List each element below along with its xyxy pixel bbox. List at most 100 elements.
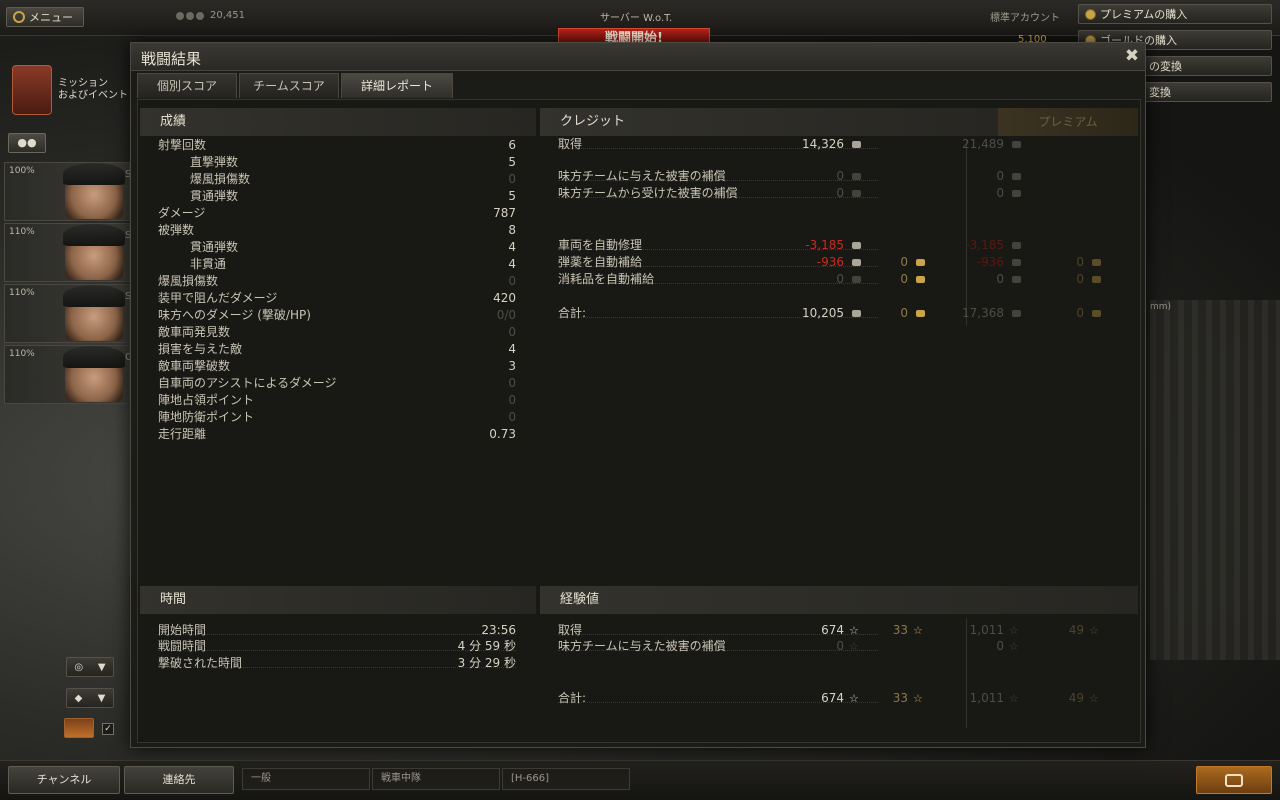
crew-button[interactable]: ●● [8, 133, 46, 153]
chat-button[interactable] [1196, 766, 1272, 794]
crew-member[interactable]: 110% S [4, 284, 131, 343]
stat-label: 非貫通 [190, 257, 227, 271]
credit-row: 取得 14,326 21,489 [558, 136, 1128, 153]
stat-row: 味方へのダメージ (撃破/HP) 0/0 [158, 307, 516, 324]
camouflage-button[interactable] [64, 718, 94, 738]
contacts-button[interactable]: 連絡先 [124, 766, 234, 794]
stat-value: 787 [493, 206, 516, 220]
stat-label: 装甲で阻んだダメージ [158, 291, 278, 305]
stat-value: 4 [508, 257, 516, 271]
stat-value: 0 [508, 274, 516, 288]
filter-dropdown[interactable]: ◆ ▼ [66, 688, 114, 708]
star-icon: ☆ [849, 692, 859, 705]
time-row: 開始時間 23:56 [158, 622, 516, 639]
star-icon: ☆ [913, 624, 923, 637]
credits-heading: クレジット [540, 108, 998, 136]
stat-value: 0 [508, 376, 516, 390]
star-icon: ☆ [849, 624, 859, 637]
credit-icon [1012, 173, 1021, 180]
gold-value: 0 [900, 306, 908, 320]
stat-label: ダメージ [158, 206, 206, 220]
chat-tab-clan[interactable]: [H-666] [502, 768, 630, 790]
credit-label: 合計: [558, 306, 587, 320]
stat-value: 0.73 [489, 427, 516, 441]
channel-button[interactable]: チャンネル [8, 766, 120, 794]
crew-member[interactable]: 110% S [4, 223, 131, 282]
gold-icon [916, 276, 925, 283]
xp-label: 味方チームに与えた被害の補償 [558, 639, 726, 653]
stat-label: 自車両のアシストによるダメージ [158, 376, 337, 390]
stat-label: 陣地防衛ポイント [158, 410, 255, 424]
stat-label: 貫通弾数 [190, 240, 239, 254]
stat-label: 陣地占領ポイント [158, 393, 255, 407]
xp-row: 取得 674 ☆ 33 ☆ 1,011 ☆ 49 ☆ [558, 622, 1128, 639]
crew-helmet [63, 346, 125, 368]
checkbox[interactable]: ✓ [102, 723, 114, 735]
star-icon: ☆ [849, 640, 859, 653]
credit-row: 車両を自動修理 -3,185 -3,185 [558, 237, 1128, 254]
globe-icon: ◎ [74, 661, 84, 673]
credit-value: 0 [836, 169, 844, 183]
time-label: 戦闘時間 [158, 639, 207, 653]
tab-detailed-report[interactable]: 詳細レポート [341, 73, 453, 98]
time-label: 開始時間 [158, 623, 207, 637]
stat-label: 貫通弾数 [190, 189, 239, 203]
xp-row: 合計: 674 ☆ 33 ☆ 1,011 ☆ 49 ☆ [558, 690, 1128, 707]
credit-row: 弾薬を自動補給 -936 0 -936 0 [558, 254, 1128, 271]
time-value: 3 分 29 秒 [457, 656, 516, 670]
stat-row: 貫通弾数 5 [158, 188, 516, 205]
mission-book-icon [12, 65, 52, 115]
chat-tab-general[interactable]: 一般 [242, 768, 370, 790]
star-icon: ☆ [1009, 692, 1019, 705]
stat-row: ダメージ 787 [158, 205, 516, 222]
stat-label: 射撃回数 [158, 138, 207, 152]
dialog-title-bar[interactable] [131, 43, 1145, 71]
stat-row: 爆風損傷数 0 [158, 171, 516, 188]
stat-label: 直撃弾数 [190, 155, 239, 169]
credit-row: 合計: 10,205 0 17,368 0 [558, 305, 1128, 322]
stat-label: 爆風損傷数 [158, 274, 219, 288]
credit-label: 消耗品を自動補給 [558, 272, 655, 286]
stat-row: 爆風損傷数 0 [158, 273, 516, 290]
gold-value: 0 [900, 255, 908, 269]
stat-value: 8 [508, 223, 516, 237]
filter-icon: ◆ [74, 692, 83, 704]
chat-tab-platoon[interactable]: 戦車中隊 [372, 768, 500, 790]
credit-value: 0 [836, 186, 844, 200]
credit-icon [852, 259, 861, 266]
credit-icon [852, 276, 861, 283]
crew-member[interactable]: 100% S [4, 162, 131, 221]
credit-icon [1012, 190, 1021, 197]
credit-icon [852, 141, 861, 148]
crew-helmet [63, 163, 125, 185]
close-button[interactable]: ✖ [1123, 47, 1141, 65]
credit-icon [1012, 141, 1021, 148]
credit-value: -3,185 [805, 238, 844, 252]
premium-gold-value: 0 [1076, 306, 1084, 320]
premium-xp-value: 1,011 [969, 691, 1004, 705]
stat-row: 被弾数 8 [158, 222, 516, 239]
stat-value: 3 [508, 359, 516, 373]
row-leader [158, 634, 516, 635]
stat-label: 爆風損傷数 [190, 172, 251, 186]
report-content: 成績 クレジット プレミアム 時間 経験値 射撃回数 6 直撃弾数 5 爆風損傷数 0 貫通… [137, 99, 1141, 743]
stat-value: 420 [493, 291, 516, 305]
stat-row: 直撃弾数 5 [158, 154, 516, 171]
battle-results-dialog: 戦闘結果 ✖ 個別スコア チームスコア 詳細レポート 成績 クレジット プレミア… [130, 42, 1146, 748]
globe-dropdown[interactable]: ◎ ▼ [66, 657, 114, 677]
stat-value: 5 [508, 189, 516, 203]
missions-button[interactable]: ミッション およびイベント [12, 62, 132, 118]
stat-row: 貫通弾数 4 [158, 239, 516, 256]
buy-premium-label: プレミアムの購入 [1100, 8, 1188, 21]
buy-premium-button[interactable]: プレミアムの購入 [1078, 4, 1272, 24]
premium-gold-value: 0 [1076, 272, 1084, 286]
credit-icon [1012, 276, 1021, 283]
premium-free-xp-value: 49 [1068, 691, 1084, 705]
star-icon: ☆ [1009, 624, 1019, 637]
crew-helmet [63, 285, 125, 307]
tab-team-score[interactable]: チームスコア [239, 73, 339, 98]
crew-member[interactable]: 110% C [4, 345, 132, 404]
star-icon: ☆ [913, 692, 923, 705]
menu-button[interactable]: メニュー [6, 7, 84, 27]
tab-personal-score[interactable]: 個別スコア [137, 73, 237, 98]
